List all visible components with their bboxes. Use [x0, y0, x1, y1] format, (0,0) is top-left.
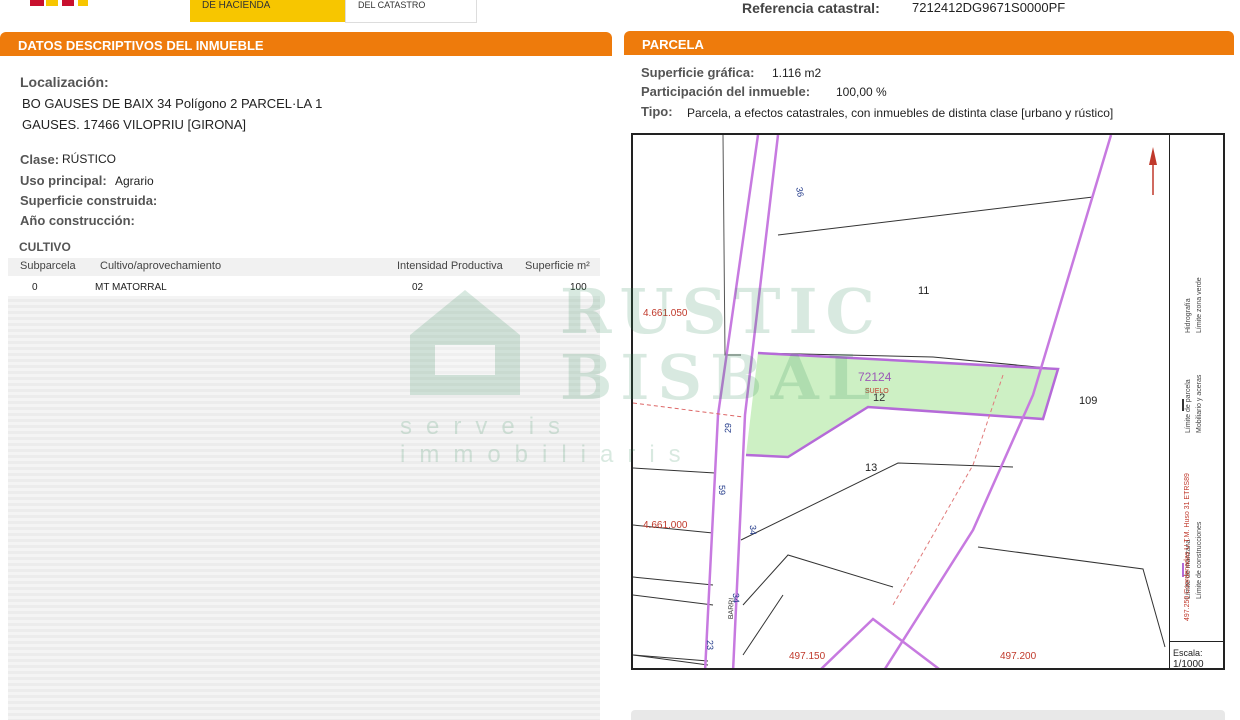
catastro-text: DEL CATASTRO	[358, 0, 426, 10]
section-title-descriptivos: DATOS DESCRIPTIVOS DEL INMUEBLE	[0, 32, 612, 56]
cell-intensidad: 02	[412, 282, 424, 293]
document-header: DE HACIENDA DEL CATASTRO Referencia cata…	[0, 0, 1240, 23]
map-drawing	[633, 135, 1166, 668]
map-label-36: 36	[794, 186, 806, 198]
parcel-ref: 72124	[858, 370, 892, 384]
address-line-2: GAUSES. 17466 VILOPRIU [GIRONA]	[22, 117, 246, 132]
tipo-value: Parcela, a efectos catastrales, con inmu…	[687, 106, 1114, 120]
map-label-109: 109	[1079, 395, 1098, 407]
legend-swatch-parcela	[1182, 399, 1184, 411]
coord-y-top: 4.661.050	[643, 308, 688, 319]
legend-parcela: Límite de parcela	[1185, 379, 1192, 433]
coord-x-right: 497.200	[1000, 651, 1037, 662]
clase-label: Clase:	[20, 152, 60, 167]
ref-label: Referencia catastral:	[742, 0, 880, 16]
coat-of-arms-icon	[30, 0, 88, 6]
suelo-label: SUELO	[865, 388, 889, 395]
map-label-29: 29	[722, 422, 734, 434]
anio-construccion-label: Año construcción:	[20, 213, 135, 228]
cell-subparcela: 0	[32, 282, 38, 293]
legend-construcciones: Límite de construcciones	[1196, 521, 1203, 599]
clase-value: RÚSTICO	[62, 152, 116, 166]
cultivo-table-body	[8, 296, 600, 720]
ministry-box: DE HACIENDA	[190, 0, 345, 22]
superficie-grafica-label: Superficie gráfica:	[641, 65, 755, 80]
coord-x-left: 497.150	[789, 651, 826, 662]
cadastral-map[interactable]: 4.661.050 4.661.000 497.150 497.200 7212…	[631, 133, 1225, 670]
map-label-13: 13	[865, 462, 878, 474]
tipo-label: Tipo:	[641, 104, 673, 119]
bottom-section-edge	[631, 710, 1225, 720]
map-label-59: 59	[716, 484, 728, 496]
cell-cultivo: MT MATORRAL	[95, 282, 167, 293]
col-superficie: Superficie m²	[525, 260, 590, 272]
section-title-parcela: PARCELA	[624, 31, 1234, 55]
col-intensidad: Intensidad Productiva	[397, 260, 503, 272]
col-subparcela: Subparcela	[20, 260, 76, 272]
uso-label: Uso principal:	[20, 173, 107, 188]
ministry-text: DE HACIENDA	[202, 0, 271, 11]
north-arrow-icon	[1149, 147, 1157, 165]
cultivo-title: CULTIVO	[19, 240, 71, 254]
utm-label: 497.250 Coordenadas U.T.M. Huso 31 ETRS8…	[1184, 473, 1191, 621]
map-label-34a: 34	[747, 524, 759, 536]
legend-mobiliario: Mobiliario y aceras	[1196, 374, 1203, 433]
superficie-grafica-value: 1.116 m2	[772, 66, 822, 80]
uso-value: Agrario	[115, 174, 154, 188]
superficie-construida-label: Superficie construida:	[20, 193, 158, 208]
legend-hidrografia: Hidrografía	[1185, 298, 1192, 333]
coord-y-bottom: 4.661.000	[643, 520, 688, 531]
scale-label: Escala:	[1173, 648, 1203, 658]
localizacion-label: Localización:	[20, 74, 109, 90]
map-label-23: 23	[704, 639, 716, 651]
map-label-11: 11	[918, 285, 930, 297]
catastro-box: DEL CATASTRO	[345, 0, 477, 23]
cultivo-table-header: Subparcela Cultivo/aprovechamiento Inten…	[8, 258, 600, 276]
address-line-1: BO GAUSES DE BAIX 34 Polígono 2 PARCEL·L…	[22, 96, 323, 111]
participacion-label: Participación del inmueble:	[641, 84, 811, 99]
map-label-barri: BARRI	[727, 597, 736, 620]
ref-value: 7212412DG9671S0000PF	[912, 0, 1066, 15]
map-legend: Límite de manzana Límite de parcela Hidr…	[1169, 133, 1226, 670]
col-cultivo: Cultivo/aprovechamiento	[100, 260, 222, 272]
cell-superficie: 100	[570, 282, 587, 293]
participacion-value: 100,00 %	[836, 85, 887, 99]
scale-value: 1/1000	[1173, 659, 1204, 670]
legend-zona-verde: Límite zona verde	[1196, 277, 1203, 333]
scale-box: Escala: 1/1000	[1169, 641, 1225, 671]
